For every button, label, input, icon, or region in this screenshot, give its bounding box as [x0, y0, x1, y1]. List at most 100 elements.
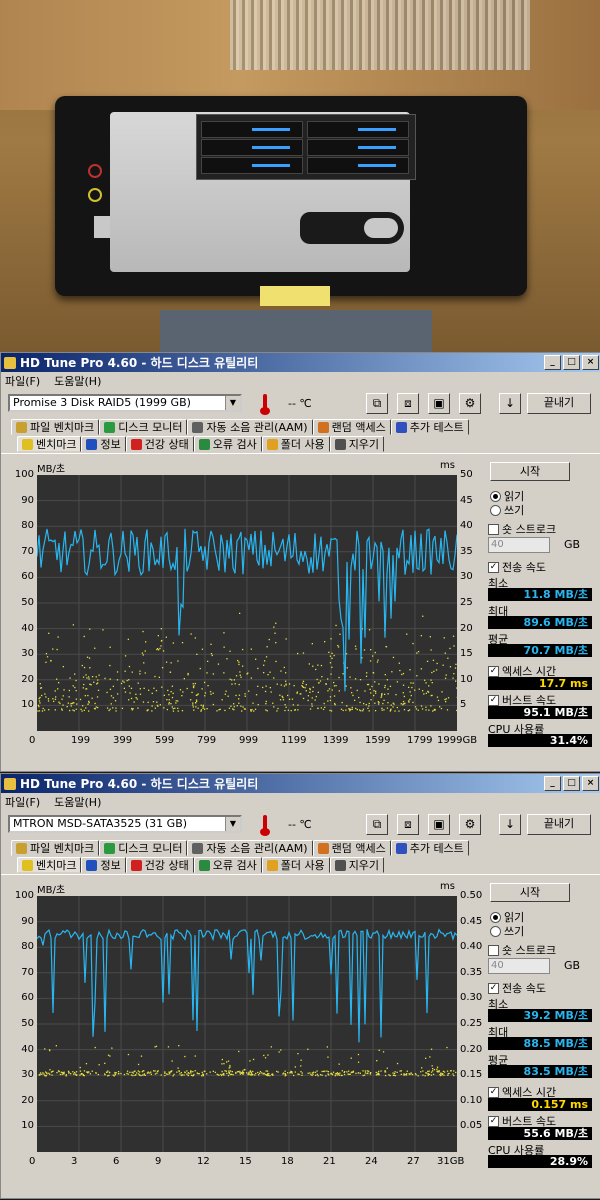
exit-button[interactable]: 끝내기 [527, 393, 591, 414]
tab-bottom-1[interactable]: 정보 [81, 857, 126, 873]
minimize-button[interactable]: _ [544, 776, 561, 791]
start-button[interactable]: 시작 [490, 462, 570, 481]
tab-bottom-0[interactable]: 벤치마크 [17, 436, 82, 452]
copy-screenshot-icon[interactable]: ⧈ [397, 814, 419, 835]
radio-dot[interactable] [490, 925, 501, 937]
tab-3[interactable]: 랜덤 액세스 [312, 419, 391, 435]
access-time-point [440, 1072, 442, 1074]
start-button[interactable]: 시작 [490, 883, 570, 902]
tab-1[interactable]: 디스크 모니터 [99, 840, 188, 856]
save-icon[interactable]: ▣ [428, 814, 450, 835]
maximize-button[interactable]: □ [563, 355, 580, 370]
copy-text-icon[interactable]: ⧉ [366, 814, 388, 835]
radio-dot[interactable] [490, 504, 501, 516]
access-time-point [328, 1074, 330, 1076]
access-time-point [107, 1075, 109, 1077]
menu-file[interactable]: 파일(F) [5, 794, 40, 810]
options-icon[interactable]: ⚙ [459, 393, 481, 414]
maximize-button[interactable]: □ [563, 776, 580, 791]
options-icon[interactable]: ⚙ [459, 814, 481, 835]
radio-dot[interactable] [490, 911, 501, 923]
close-button[interactable]: × [582, 355, 599, 370]
access-time-point [322, 708, 325, 710]
menu-help[interactable]: 도움말(H) [54, 794, 101, 810]
tab-2[interactable]: 자동 소음 관리(AAM) [187, 840, 313, 856]
checkbox-box[interactable]: ✓ [488, 1086, 499, 1098]
tab-bottom-1[interactable]: 정보 [81, 436, 126, 452]
access-time-point [428, 685, 430, 687]
access-time-point [283, 666, 285, 669]
chevron-down-icon[interactable]: ▼ [225, 817, 240, 831]
tab-bottom-3[interactable]: 오류 검사 [193, 436, 262, 452]
access-time-point [364, 690, 366, 692]
drive-select[interactable]: Promise 3 Disk RAID5 (1999 GB) ▼ [8, 394, 242, 412]
tab-bottom-4[interactable]: 폴더 사용 [261, 436, 330, 452]
checkbox-box[interactable]: ✓ [488, 561, 499, 573]
access-time-point [206, 708, 208, 710]
write-radio[interactable]: 쓰기 [490, 923, 524, 939]
drive-select[interactable]: MTRON MSD-SATA3525 (31 GB) ▼ [8, 815, 242, 833]
access-time-point [231, 1071, 233, 1073]
tab-bottom-0[interactable]: 벤치마크 [17, 857, 82, 873]
tab-3[interactable]: 랜덤 액세스 [312, 840, 391, 856]
tabs-row-top: 파일 벤치마크 디스크 모니터 자동 소음 관리(AAM) 랜덤 액세스 추가 테스트 [1, 840, 600, 857]
x-tick: 24 [365, 1156, 378, 1167]
access-time-point [259, 1072, 261, 1074]
tab-0[interactable]: 파일 벤치마크 [11, 840, 100, 856]
save-icon[interactable]: ▣ [428, 393, 450, 414]
tab-icon [130, 438, 142, 450]
short-stroke-input[interactable]: 40 [488, 958, 550, 974]
radio-dot[interactable] [490, 490, 501, 502]
tab-bottom-2[interactable]: 건강 상태 [125, 436, 194, 452]
tab-bottom-2[interactable]: 건강 상태 [125, 857, 194, 873]
minimize-button[interactable]: _ [544, 355, 561, 370]
write-radio[interactable]: 쓰기 [490, 502, 524, 518]
download-icon[interactable]: ↓ [499, 393, 521, 414]
access-time-point [167, 1046, 170, 1048]
access-time-point [227, 1060, 230, 1062]
checkbox-box[interactable]: ✓ [488, 665, 499, 677]
short-stroke-checkbox[interactable]: 숏 스트로크 [488, 942, 556, 958]
photo-cables [230, 0, 530, 70]
chevron-down-icon[interactable]: ▼ [225, 396, 240, 410]
access-time-point [161, 639, 163, 642]
tab-4[interactable]: 추가 테스트 [390, 840, 469, 856]
access-time-point [184, 1071, 186, 1073]
checkbox-box[interactable] [488, 523, 499, 535]
access-time-point [279, 699, 282, 701]
transfer-checkbox[interactable]: ✓ 전송 속도 [488, 980, 546, 996]
checkbox-box[interactable]: ✓ [488, 1115, 499, 1127]
short-stroke-checkbox[interactable]: 숏 스트로크 [488, 521, 556, 537]
access-time-point [369, 660, 372, 662]
tab-1[interactable]: 디스크 모니터 [99, 419, 188, 435]
menu-file[interactable]: 파일(F) [5, 373, 40, 389]
y-tick-right: 0.15 [460, 1069, 483, 1081]
tab-bottom-5[interactable]: 지우기 [329, 436, 385, 452]
exit-button[interactable]: 끝내기 [527, 814, 591, 835]
close-button[interactable]: × [582, 776, 599, 791]
download-icon[interactable]: ↓ [499, 814, 521, 835]
tab-bottom-4[interactable]: 폴더 사용 [261, 857, 330, 873]
tab-4[interactable]: 추가 테스트 [390, 419, 469, 435]
access-time-point [190, 1072, 192, 1074]
access-time-point [420, 705, 423, 707]
tab-0[interactable]: 파일 벤치마크 [11, 419, 100, 435]
access-time-point [176, 1071, 178, 1073]
access-time-point [337, 1073, 339, 1075]
access-time-point [376, 661, 379, 663]
checkbox-box[interactable]: ✓ [488, 694, 499, 706]
tab-bottom-3[interactable]: 오류 검사 [193, 857, 262, 873]
checkbox-box[interactable] [488, 944, 499, 956]
tab-2[interactable]: 자동 소음 관리(AAM) [187, 419, 313, 435]
title-bar[interactable]: HD Tune Pro 4.60 - 하드 디스크 유틸리티 _ □ × [1, 353, 600, 372]
title-bar[interactable]: HD Tune Pro 4.60 - 하드 디스크 유틸리티 _ □ × [1, 774, 600, 793]
access-time-point [445, 698, 447, 700]
access-time-point [62, 695, 64, 697]
transfer-checkbox[interactable]: ✓ 전송 속도 [488, 559, 546, 575]
short-stroke-input[interactable]: 40 [488, 537, 550, 553]
menu-help[interactable]: 도움말(H) [54, 373, 101, 389]
tab-bottom-5[interactable]: 지우기 [329, 857, 385, 873]
copy-screenshot-icon[interactable]: ⧈ [397, 393, 419, 414]
checkbox-box[interactable]: ✓ [488, 982, 499, 994]
copy-text-icon[interactable]: ⧉ [366, 393, 388, 414]
